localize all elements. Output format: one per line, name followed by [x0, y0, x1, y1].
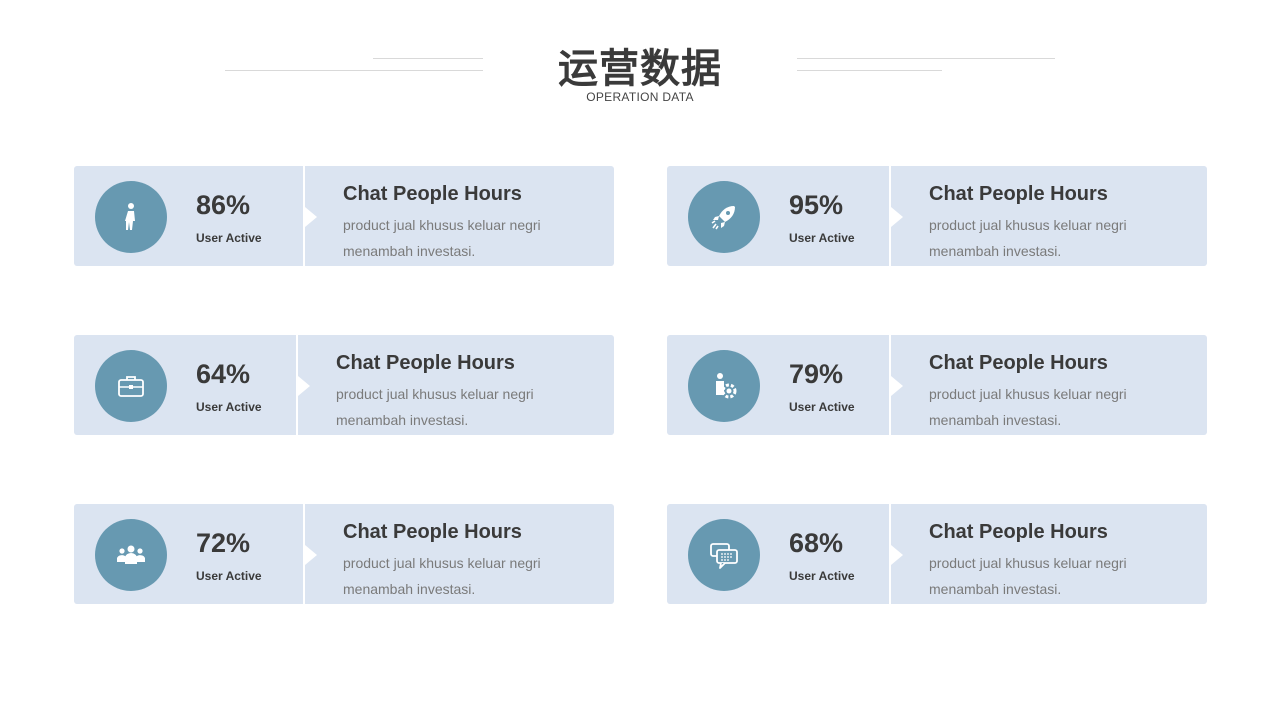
stat-card: 64% User Active Chat People Hours produc…: [74, 335, 614, 435]
card-description: product jual khusus keluar negri menamba…: [336, 386, 534, 428]
stat-label: User Active: [789, 400, 855, 414]
card-title: Chat People Hours: [336, 352, 515, 374]
page-subtitle: OPERATION DATA: [586, 90, 694, 104]
card-description: product jual khusus keluar negri menamba…: [929, 217, 1127, 259]
stat-label: User Active: [196, 231, 262, 245]
card-description: product jual khusus keluar negri menamba…: [929, 386, 1127, 428]
arrow-icon: [305, 207, 317, 227]
card-description: product jual khusus keluar negri menamba…: [929, 555, 1127, 597]
arrow-icon: [305, 545, 317, 565]
card-description: product jual khusus keluar negri menamba…: [343, 555, 541, 597]
stat-percent: 72%: [196, 528, 251, 558]
stat-panel: 95% User Active: [667, 166, 889, 266]
briefcase-icon: [95, 350, 167, 422]
arrow-icon: [891, 545, 903, 565]
person-gear-icon: [688, 350, 760, 422]
stat-card: 79% User Active Chat People Hours produc…: [667, 335, 1207, 435]
team-icon: [95, 519, 167, 591]
stat-label: User Active: [196, 569, 262, 583]
card-title: Chat People Hours: [343, 183, 522, 205]
info-panel: Chat People Hours product jual khusus ke…: [891, 504, 1207, 604]
stat-percent: 79%: [789, 359, 844, 389]
info-panel: Chat People Hours product jual khusus ke…: [298, 335, 614, 435]
stat-percent: 68%: [789, 528, 844, 558]
rocket-icon: [688, 181, 760, 253]
stat-label: User Active: [196, 400, 262, 414]
stat-panel: 68% User Active: [667, 504, 889, 604]
chat-bubbles-icon: [688, 519, 760, 591]
walking-person-icon: [95, 181, 167, 253]
card-title: Chat People Hours: [343, 521, 522, 543]
stat-panel: 64% User Active: [74, 335, 296, 435]
stat-card: 72% User Active Chat People Hours produc…: [74, 504, 614, 604]
info-panel: Chat People Hours product jual khusus ke…: [891, 166, 1207, 266]
info-panel: Chat People Hours product jual khusus ke…: [305, 166, 614, 266]
stat-card: 95% User Active Chat People Hours produc…: [667, 166, 1207, 266]
card-title: Chat People Hours: [929, 352, 1108, 374]
stat-percent: 86%: [196, 190, 251, 220]
stat-panel: 79% User Active: [667, 335, 889, 435]
card-description: product jual khusus keluar negri menamba…: [343, 217, 541, 259]
stat-label: User Active: [789, 569, 855, 583]
stat-card: 86% User Active Chat People Hours produc…: [74, 166, 614, 266]
stat-panel: 72% User Active: [74, 504, 303, 604]
stat-percent: 64%: [196, 359, 251, 389]
stat-card: 68% User Active Chat People Hours produc…: [667, 504, 1207, 604]
info-panel: Chat People Hours product jual khusus ke…: [305, 504, 614, 604]
page-title: 运营数据: [558, 46, 722, 92]
card-title: Chat People Hours: [929, 183, 1108, 205]
stat-label: User Active: [789, 231, 855, 245]
card-title: Chat People Hours: [929, 521, 1108, 543]
header: 运营数据 OPERATION DATA: [0, 0, 1280, 120]
info-panel: Chat People Hours product jual khusus ke…: [891, 335, 1207, 435]
arrow-icon: [891, 207, 903, 227]
arrow-icon: [298, 376, 310, 396]
stat-percent: 95%: [789, 190, 844, 220]
arrow-icon: [891, 376, 903, 396]
stat-panel: 86% User Active: [74, 166, 303, 266]
